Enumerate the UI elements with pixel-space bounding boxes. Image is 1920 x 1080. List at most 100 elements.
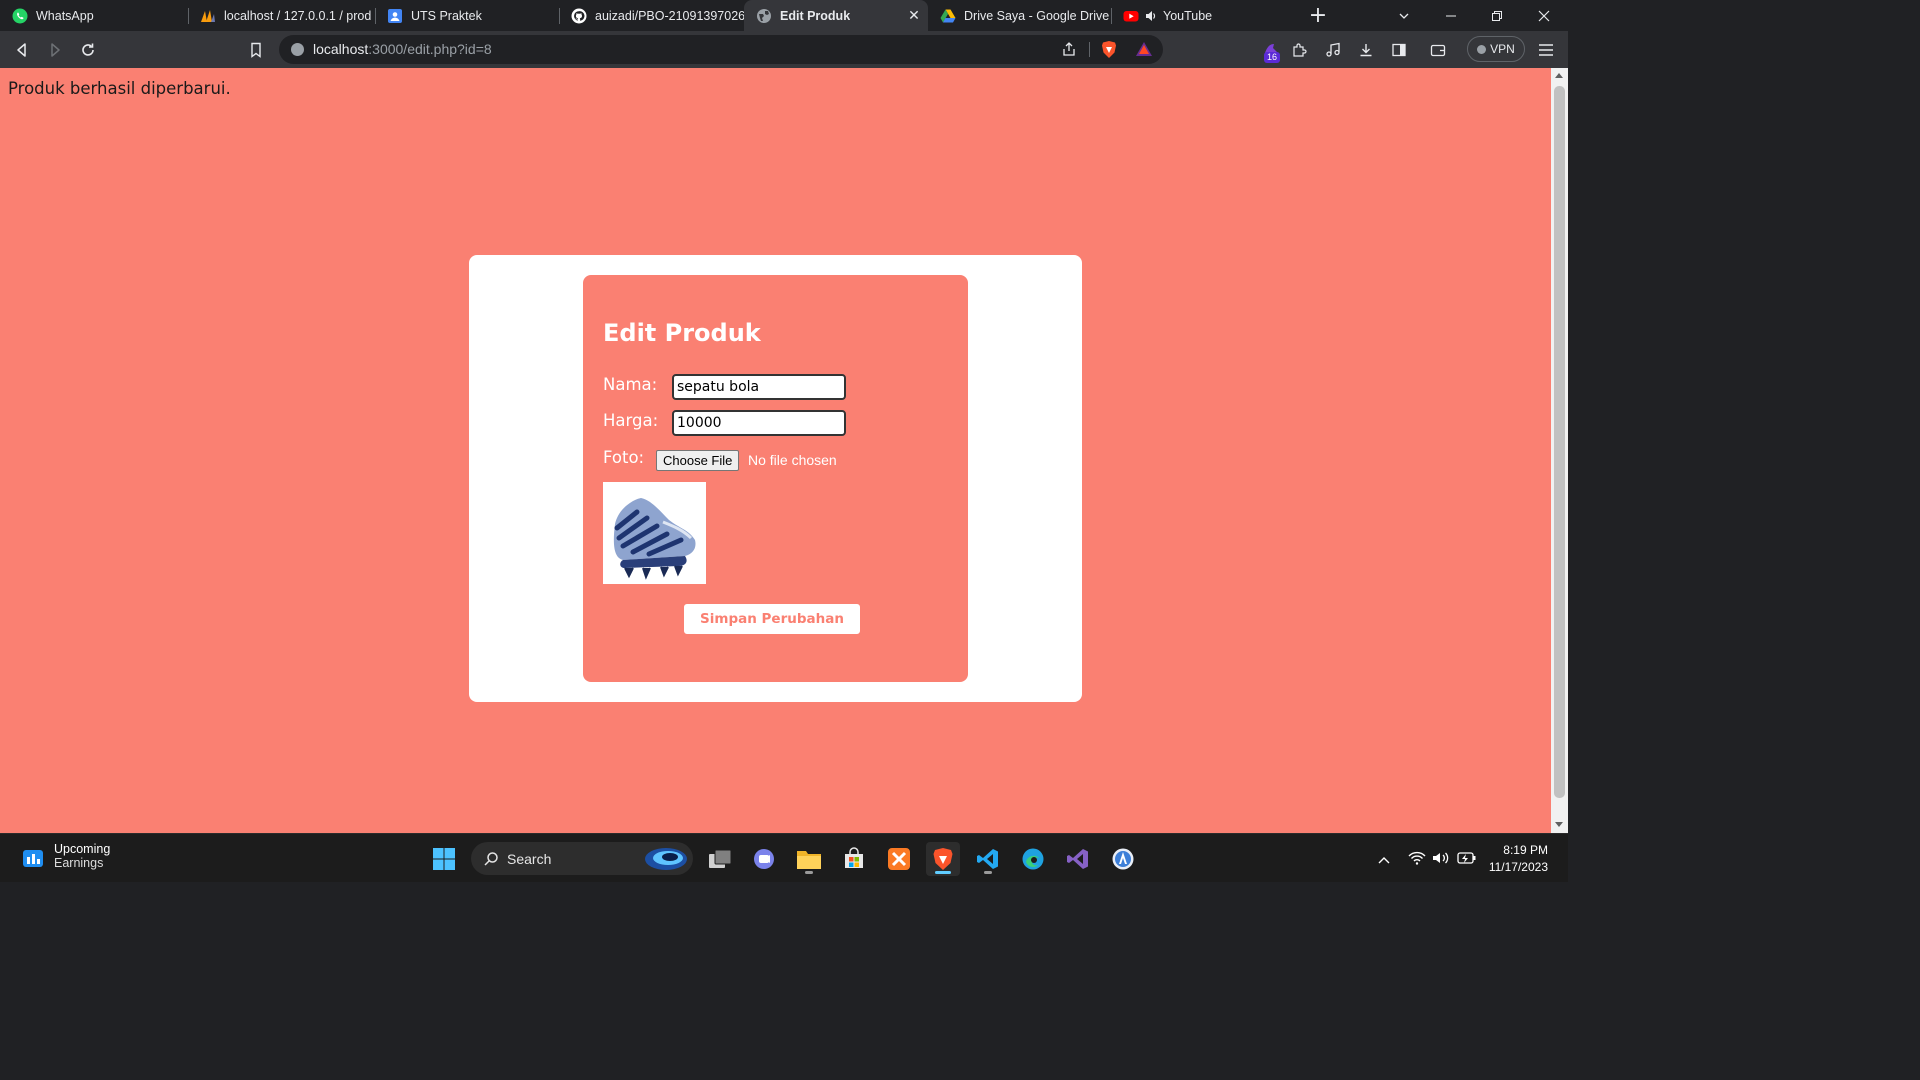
success-message: Produk berhasil diperbarui. — [8, 79, 231, 98]
vpn-status-icon — [1477, 44, 1487, 54]
tab-google-drive[interactable]: Drive Saya - Google Drive — [928, 0, 1111, 31]
tab-youtube[interactable]: YouTube — [1111, 0, 1295, 31]
news-widget[interactable]: Upcoming Earnings — [22, 842, 110, 870]
omnibox-divider — [1089, 42, 1090, 57]
forward-button[interactable] — [42, 37, 68, 63]
vpn-label: VPN — [1490, 42, 1515, 56]
sidebar-icon — [1392, 43, 1406, 57]
visual-studio-icon — [1067, 849, 1088, 869]
sidebar-button[interactable] — [1386, 37, 1412, 63]
windows-taskbar: Upcoming Earnings Search 8:19 PM 11/17/2… — [0, 833, 1568, 882]
url-host: localhost — [313, 41, 369, 57]
brave-rewards-icon[interactable] — [1135, 41, 1153, 61]
tab-edit-produk[interactable]: Edit Produk ✕ — [744, 0, 928, 31]
minimize-icon — [1446, 15, 1456, 16]
restore-icon — [1492, 10, 1502, 21]
menu-button[interactable] — [1533, 37, 1559, 63]
new-tab-button[interactable]: + — [1295, 0, 1341, 31]
battery-charging-icon — [1457, 852, 1476, 864]
close-icon — [1538, 10, 1550, 21]
music-note-icon — [1326, 42, 1340, 57]
form-title: Edit Produk — [603, 319, 761, 347]
back-button[interactable] — [9, 37, 35, 63]
downloads-button[interactable] — [1353, 37, 1379, 63]
volume-button[interactable] — [1432, 850, 1450, 869]
share-icon[interactable] — [1061, 41, 1077, 61]
site-info-icon[interactable] — [291, 43, 304, 56]
nama-label: Nama: — [603, 375, 658, 394]
tab-whatsapp[interactable]: WhatsApp — [0, 0, 188, 31]
widget-subtitle: Earnings — [54, 856, 104, 870]
start-button[interactable] — [427, 842, 461, 876]
nama-input[interactable] — [672, 374, 846, 400]
url-text[interactable]: localhost:3000/edit.php?id=8 — [313, 41, 492, 57]
brave-shields-icon[interactable] — [1100, 40, 1118, 63]
ms-store-button[interactable] — [837, 842, 871, 876]
choose-file-button[interactable]: Choose File — [656, 450, 740, 471]
chat-icon — [754, 849, 774, 869]
vpn-button[interactable]: VPN — [1467, 36, 1525, 62]
forward-arrow-icon — [51, 43, 60, 57]
battery-button[interactable] — [1457, 850, 1477, 869]
teams-chat-button[interactable] — [747, 842, 781, 876]
harga-input[interactable] — [672, 410, 846, 436]
form-container: Edit Produk Nama: Harga: Foto: Choose Fi… — [469, 255, 1082, 702]
visual-studio-button[interactable] — [1061, 842, 1095, 876]
stock-chart-icon — [23, 850, 43, 867]
download-icon — [1360, 44, 1372, 57]
close-tab-icon[interactable]: ✕ — [906, 7, 922, 23]
tab-search-button[interactable] — [1381, 0, 1427, 31]
android-studio-button[interactable] — [1106, 842, 1140, 876]
taskbar-clock[interactable]: 8:19 PM 11/17/2023 — [1480, 842, 1548, 876]
youtube-icon — [1123, 8, 1139, 24]
task-view-button[interactable] — [703, 842, 737, 876]
wallet-icon — [1430, 44, 1446, 57]
speaker-icon[interactable] — [1143, 8, 1159, 24]
vscode-button[interactable] — [971, 842, 1005, 876]
chevron-up-icon — [1378, 857, 1390, 864]
task-view-icon — [709, 849, 732, 868]
xampp-button[interactable] — [882, 842, 916, 876]
search-icon — [484, 852, 498, 866]
close-window-button[interactable] — [1521, 0, 1567, 31]
show-hidden-icons-button[interactable] — [1377, 850, 1391, 869]
windows-logo-icon — [433, 848, 455, 870]
save-changes-button[interactable]: Simpan Perubahan — [684, 604, 860, 634]
active-indicator — [935, 871, 951, 874]
running-indicator — [984, 871, 992, 874]
reload-icon — [82, 43, 94, 56]
edge-button[interactable] — [1016, 842, 1050, 876]
minimize-button[interactable] — [1428, 0, 1474, 31]
scroll-thumb[interactable] — [1554, 86, 1565, 798]
address-bar[interactable]: localhost:3000/edit.php?id=8 — [279, 35, 1163, 64]
reload-button[interactable] — [75, 37, 101, 63]
brave-browser-button[interactable] — [926, 842, 960, 876]
scroll-up-arrow-icon[interactable] — [1555, 73, 1563, 78]
classroom-icon — [387, 8, 403, 24]
vscode-icon — [977, 849, 998, 869]
back-arrow-icon — [17, 43, 26, 57]
tab-title: Edit Produk — [780, 8, 851, 23]
network-button[interactable] — [1408, 850, 1426, 869]
media-button[interactable] — [1320, 37, 1346, 63]
scroll-down-arrow-icon[interactable] — [1555, 822, 1563, 827]
tab-title: Drive Saya - Google Drive — [964, 8, 1110, 23]
taskbar-search[interactable]: Search — [471, 842, 693, 875]
search-label: Search — [507, 851, 552, 867]
restore-button[interactable] — [1474, 0, 1520, 31]
extensions-button[interactable] — [1287, 37, 1313, 63]
page-scrollbar[interactable] — [1551, 68, 1568, 833]
tab-strip: WhatsApp localhost / 127.0.0.1 / prodi U… — [0, 0, 1568, 31]
file-explorer-button[interactable] — [792, 842, 826, 876]
bookmark-button[interactable] — [243, 37, 269, 63]
folder-icon — [797, 851, 821, 869]
hamburger-menu-icon — [1539, 44, 1553, 56]
tab-uts-praktek[interactable]: UTS Praktek — [375, 0, 559, 31]
google-drive-icon — [940, 8, 956, 24]
tab-github[interactable]: auizadi/PBO-21091397026 — [559, 0, 744, 31]
compass-icon — [1112, 848, 1134, 870]
tab-phpmyadmin[interactable]: localhost / 127.0.0.1 / prodi — [188, 0, 375, 31]
store-icon — [845, 847, 863, 868]
bookmark-icon — [251, 42, 261, 58]
wallet-button[interactable] — [1425, 37, 1451, 63]
